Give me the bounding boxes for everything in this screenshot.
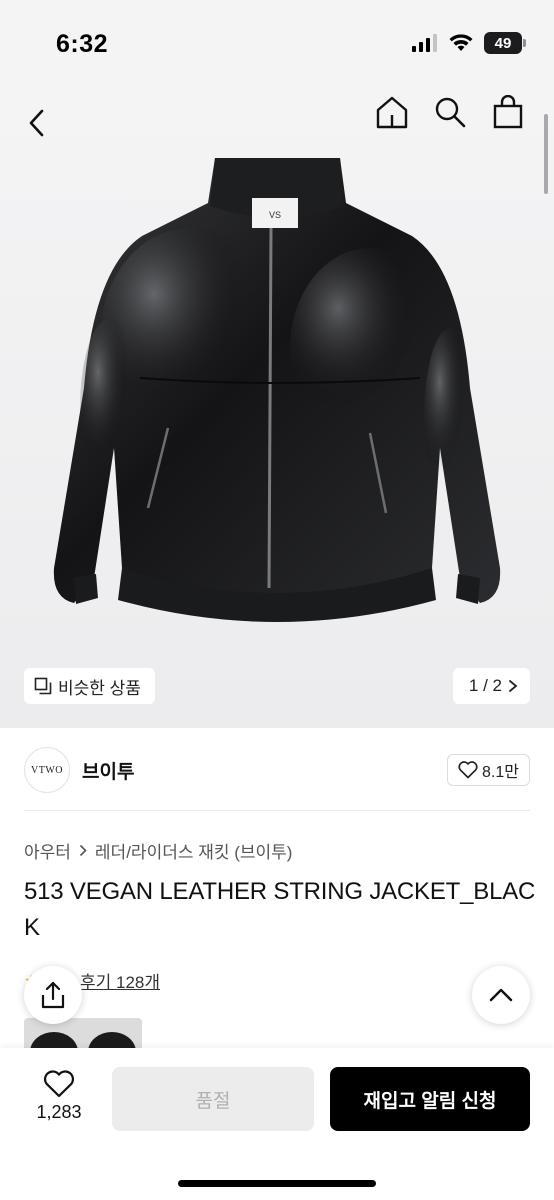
breadcrumb-subcategory[interactable]: 레더/라이더스 재킷 (브이투) [95,838,293,863]
wifi-icon [449,34,473,51]
review-link[interactable]: 후기 128개 [80,968,160,993]
wishlist-count: 1,283 [36,1102,82,1122]
bottom-action-bar: 1,283 품절 재입고 알림 신청 [0,1048,554,1200]
status-time: 6:32 [56,30,109,58]
heart-icon [44,1070,74,1098]
search-icon [435,97,466,128]
pager-text: 1 / 2 [468,676,502,695]
breadcrumb: 아우터 레더/라이더스 재킷 (브이투) [24,838,292,863]
battery-indicator: 49 [484,32,526,54]
wishlist-button[interactable]: 1,283 [24,1070,94,1123]
header-actions [374,92,526,132]
heart-icon [458,761,478,779]
brand-like-count: 8.1만 [482,764,519,781]
share-icon [41,981,65,1009]
signal-icon [412,34,437,52]
chevron-right-icon [79,844,87,857]
cart-button[interactable] [490,92,526,132]
back-button[interactable] [28,98,58,148]
home-button[interactable] [374,92,410,132]
product-image: VS [53,158,501,622]
chevron-up-icon [489,988,513,1002]
brand-name[interactable]: 브이투 [82,757,134,784]
chevron-left-icon [29,109,44,137]
status-bar: 6:32 49 [0,0,554,88]
brand-row: VTWO 브이투 8.1만 [24,746,530,794]
home-indicator [178,1180,376,1187]
scroll-indicator[interactable] [544,114,548,194]
product-title: 513 VEGAN LEATHER STRING JACKET_BLACK [24,878,536,941]
breadcrumb-category[interactable]: 아우터 [24,838,71,863]
brand-logo-text: VTWO [31,764,63,776]
restock-notify-button[interactable]: 재입고 알림 신청 [330,1067,530,1131]
product-gallery[interactable]: VS 비슷한 상품 1 / 2 [0,88,554,728]
svg-text:VS: VS [269,210,281,220]
search-button[interactable] [432,92,468,132]
share-button[interactable] [24,966,82,1024]
home-icon [376,96,408,129]
image-pager[interactable]: 1 / 2 [452,668,530,704]
similar-items-icon [34,677,52,695]
brand-like-button[interactable]: 8.1만 [447,754,530,786]
status-icons: 49 [412,32,526,54]
similar-products-button[interactable]: 비슷한 상품 [24,668,155,704]
similar-products-label: 비슷한 상품 [58,678,141,698]
shopping-bag-icon [493,95,523,129]
battery-level: 49 [494,34,512,52]
brand-logo[interactable]: VTWO [24,747,70,793]
chevron-right-icon [509,680,518,692]
divider [24,810,530,811]
soldout-button: 품절 [112,1067,314,1131]
scroll-top-button[interactable] [472,966,530,1024]
